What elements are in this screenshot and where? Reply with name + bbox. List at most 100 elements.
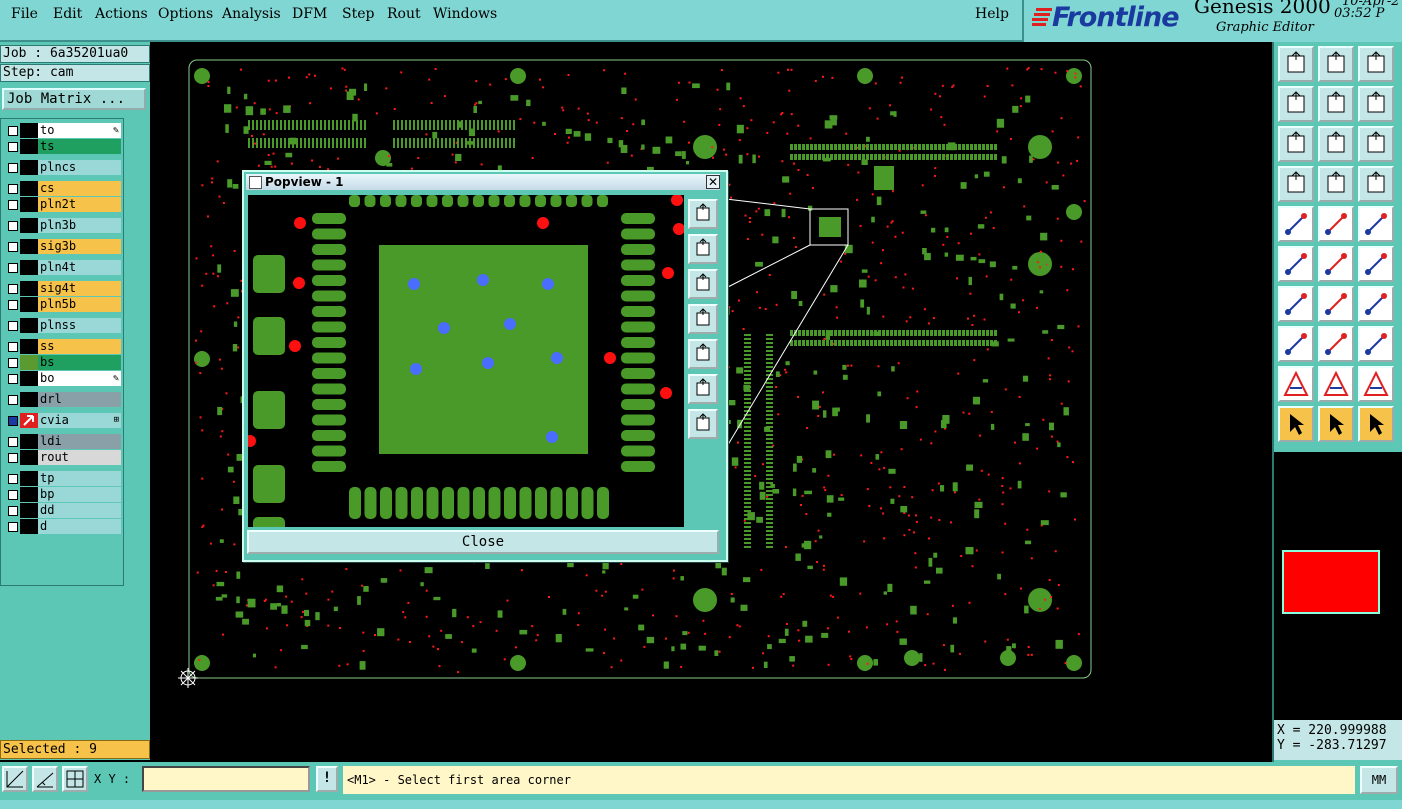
zoom-1-2-button[interactable] <box>1358 126 1394 162</box>
menu-help[interactable]: Help <box>975 6 1009 22</box>
layer-checkbox[interactable] <box>8 416 18 426</box>
fit-all-button[interactable] <box>1278 126 1314 162</box>
pointer-button[interactable] <box>1278 406 1314 442</box>
layer-checkbox[interactable] <box>8 200 18 210</box>
pv-right-button[interactable] <box>688 339 718 369</box>
layer-checkbox[interactable] <box>8 184 18 194</box>
menu-step[interactable]: Step <box>342 6 374 22</box>
menu-dfm[interactable]: DFM <box>292 6 327 22</box>
pointer-frame-button[interactable] <box>1318 406 1354 442</box>
text-a-button[interactable] <box>1358 366 1394 402</box>
layer-checkbox[interactable] <box>8 506 18 516</box>
move-down-button[interactable] <box>1318 46 1354 82</box>
popview-titlebar[interactable]: Popview - 1 ✕ <box>246 174 720 190</box>
layer-checkbox[interactable] <box>8 300 18 310</box>
layer-row-bs[interactable]: bs <box>3 355 121 370</box>
menu-analysis[interactable]: Analysis <box>222 6 281 22</box>
pv-up-button[interactable] <box>688 234 718 264</box>
layer-row-dd[interactable]: dd <box>3 503 121 518</box>
move-right-button[interactable] <box>1318 86 1354 122</box>
add-point-button[interactable] <box>1358 246 1394 282</box>
measure-button[interactable] <box>32 766 58 792</box>
triangle-outline-button[interactable] <box>1318 366 1354 402</box>
layer-row-pln4t[interactable]: pln4t <box>3 260 121 275</box>
layer-checkbox[interactable] <box>8 374 18 384</box>
layer-checkbox[interactable] <box>8 474 18 484</box>
layer-tree-button[interactable] <box>1358 166 1394 202</box>
triangle-button[interactable] <box>1278 366 1314 402</box>
layer-row-sig3b[interactable]: sig3b <box>3 239 121 254</box>
layer-checkbox[interactable] <box>8 163 18 173</box>
layer-row-pln3b[interactable]: pln3b <box>3 218 121 233</box>
pv-center-button[interactable] <box>688 409 718 439</box>
ruler-button[interactable] <box>1358 206 1394 242</box>
layer-row-to[interactable]: to ✎ <box>3 123 121 138</box>
layer-row-pln5b[interactable]: pln5b <box>3 297 121 312</box>
popview-canvas[interactable] <box>244 194 685 531</box>
layer-checkbox[interactable] <box>8 126 18 136</box>
pv-zoom-button[interactable] <box>688 199 718 229</box>
popview-drawing[interactable] <box>244 194 685 531</box>
layer-row-ss[interactable]: ss <box>3 339 121 354</box>
layer-row-drl[interactable]: drl <box>3 392 121 407</box>
slash-button[interactable] <box>1318 286 1354 322</box>
layer-checkbox[interactable] <box>8 522 18 532</box>
warning-button[interactable]: ! <box>316 766 338 792</box>
home-button[interactable] <box>1358 46 1394 82</box>
pv-fit-button[interactable] <box>688 374 718 404</box>
layer-checkbox[interactable] <box>8 142 18 152</box>
settings-button[interactable] <box>1278 166 1314 202</box>
connect-button[interactable] <box>1278 246 1314 282</box>
layer-checkbox[interactable] <box>8 263 18 273</box>
undo-view-button[interactable] <box>1358 86 1394 122</box>
menu-actions[interactable]: Actions <box>95 6 148 22</box>
layer-checkbox[interactable] <box>8 284 18 294</box>
close-icon[interactable]: ✕ <box>706 175 720 189</box>
pv-left-button[interactable] <box>688 304 718 334</box>
pv-down-button[interactable] <box>688 269 718 299</box>
units-button[interactable]: MM <box>1360 766 1398 794</box>
arc-button[interactable] <box>1358 286 1394 322</box>
layer-row-ts[interactable]: ts <box>3 139 121 154</box>
layer-checkbox[interactable] <box>8 395 18 405</box>
layer-row-plnss[interactable]: plnss <box>3 318 121 333</box>
menu-options[interactable]: Options <box>158 6 213 22</box>
layer-row-tp[interactable]: tp <box>3 471 121 486</box>
layer-checkbox[interactable] <box>8 437 18 447</box>
layer-checkbox[interactable] <box>8 490 18 500</box>
close-button[interactable]: Close <box>247 530 719 554</box>
layer-row-cvia[interactable]: cvia ⊞ <box>3 413 121 428</box>
line-red-button[interactable] <box>1318 326 1354 362</box>
move-left-button[interactable] <box>1278 86 1314 122</box>
select-button[interactable] <box>1278 326 1314 362</box>
layer-row-cs[interactable]: cs <box>3 181 121 196</box>
layer-row-bp[interactable]: bp <box>3 487 121 502</box>
pad-button[interactable] <box>1278 206 1314 242</box>
angle-button[interactable] <box>1278 286 1314 322</box>
pointer-circle-button[interactable] <box>1358 406 1394 442</box>
snap-button[interactable] <box>2 766 28 792</box>
layer-row-d[interactable]: d <box>3 519 121 534</box>
delete-button[interactable] <box>1318 246 1354 282</box>
menu-edit[interactable]: Edit <box>53 6 82 22</box>
layer-row-pln2t[interactable]: pln2t <box>3 197 121 212</box>
menu-windows[interactable]: Windows <box>433 6 497 22</box>
layer-checkbox[interactable] <box>8 221 18 231</box>
overview-window[interactable] <box>1274 452 1402 720</box>
move-up-button[interactable] <box>1278 46 1314 82</box>
xy-input[interactable] <box>142 766 310 792</box>
grid-display-button[interactable] <box>1318 166 1354 202</box>
layer-row-sig4t[interactable]: sig4t <box>3 281 121 296</box>
layer-checkbox[interactable] <box>8 242 18 252</box>
menu-file[interactable]: File <box>11 6 38 22</box>
menu-rout[interactable]: Rout <box>387 6 421 22</box>
layer-checkbox[interactable] <box>8 342 18 352</box>
layer-row-plncs[interactable]: plncs <box>3 160 121 175</box>
layer-checkbox[interactable] <box>8 321 18 331</box>
grid-button[interactable] <box>62 766 88 792</box>
layer-checkbox[interactable] <box>8 453 18 463</box>
line-button[interactable] <box>1318 206 1354 242</box>
layer-checkbox[interactable] <box>8 358 18 368</box>
job-matrix-button[interactable]: Job Matrix ... <box>2 88 146 110</box>
layer-row-rout[interactable]: rout <box>3 450 121 465</box>
